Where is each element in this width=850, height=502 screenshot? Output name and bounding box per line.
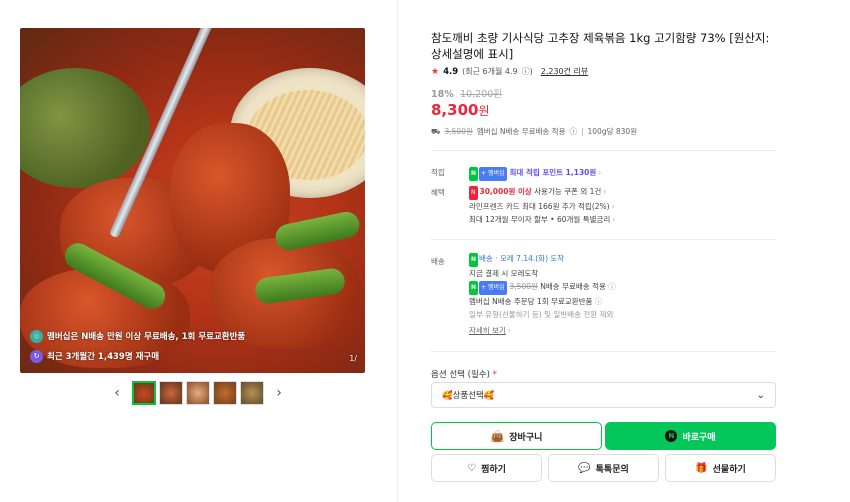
perk-coupon[interactable]: N 30,000원 이상 사용가능 쿠폰 외 1건 › (469, 185, 615, 200)
product-title: 참도깨비 초량 기사식당 고추장 제육볶음 1kg 고기함량 73% [원산지:… (431, 31, 770, 61)
bag-icon: 👜 (490, 429, 505, 443)
membership-icon: ◎ (30, 329, 43, 343)
points-row[interactable]: N + 멤버십 최대 적립 포인트 1,130원 › (469, 166, 601, 181)
info-icon[interactable]: ⓘ) (522, 66, 533, 77)
shipping-label: 배송 (431, 257, 445, 266)
info-icon[interactable]: ⓘ (608, 282, 616, 291)
chevron-down-icon: ⌄ (756, 389, 765, 401)
info-icon[interactable]: ⓘ (569, 126, 577, 137)
membership-badge: ◎ 멤버십은 N배송 만원 이상 무료배송, 1회 무료교환반품 (30, 326, 245, 346)
n-delivery-icon: N (469, 253, 479, 267)
wishlist-button[interactable]: ♡ 찜하기 (431, 454, 542, 482)
more-details-link[interactable]: 자세히 보기 (469, 326, 506, 335)
perk-installment[interactable]: 최대 12개월 무이자 할부 • 60개월 특별금리 › (469, 213, 615, 227)
coupon-icon: N (469, 186, 478, 200)
shipping-details: N 배송 · 모레 7.14.(화) 도착 지금 결제 시 모레도착 N + 멤버십… (469, 252, 616, 335)
thumbnail[interactable] (132, 381, 156, 405)
gift-icon: 🎁 (695, 462, 708, 474)
npay-icon: N (665, 430, 678, 442)
membership-plus-icon: + 멤버십 (479, 167, 507, 181)
chevron-left-icon[interactable]: ‹ (110, 385, 124, 401)
truck-icon: ⛟ (431, 126, 441, 136)
image-pager: 1/ (349, 354, 357, 363)
delivery-eta: N 배송 · 모레 7.14.(화) 도착 (469, 252, 616, 267)
option-label: 옵션 선택 (필수) * (431, 370, 497, 380)
rating-row: ★ 4.9 (최근 6개월 4.9 ⓘ) 2,230건 리뷰 (431, 66, 589, 77)
thumbnail[interactable] (213, 381, 237, 405)
food-lettuce (20, 68, 150, 188)
chevron-right-icon[interactable]: › (272, 385, 286, 401)
review-link[interactable]: 2,230건 리뷰 (541, 66, 589, 77)
divider (431, 239, 776, 240)
chevron-right-icon: › (598, 168, 602, 177)
npay-icon: N (469, 281, 479, 295)
points-label: 적립 (431, 168, 445, 177)
option-select[interactable]: 🥰상품선택🥰 ⌄ (431, 382, 776, 408)
perks-label: 혜택 (431, 188, 445, 197)
chat-icon: 💬 (578, 462, 591, 474)
add-to-cart-button[interactable]: 👜 장바구니 (431, 422, 602, 450)
perk-card[interactable]: 라인프렌즈 카드 최대 166원 추가 적립(2%) › (469, 200, 615, 214)
star-icon: ★ (431, 66, 440, 77)
gift-button[interactable]: 🎁 선물하기 (665, 454, 776, 482)
shipping-summary: ⛟ 3,500원 멤버십 N배송 무료배송 적용 ⓘ | 100g당 830원 (431, 126, 638, 137)
sale-price: 8,300원 (431, 101, 490, 119)
thumbnail[interactable] (186, 381, 210, 405)
repurchase-badge: ↻ 최근 3개월간 1,439명 재구매 (30, 346, 159, 366)
thumbnail[interactable] (159, 381, 183, 405)
repurchase-icon: ↻ (30, 349, 43, 363)
talk-inquiry-button[interactable]: 💬 톡톡문의 (548, 454, 659, 482)
npay-icon: N (469, 167, 479, 181)
thumbnail-strip: ‹ › (110, 381, 286, 405)
heart-icon: ♡ (467, 462, 477, 474)
thumbnail[interactable] (240, 381, 264, 405)
membership-plus-icon: + 멤버십 (479, 281, 507, 295)
divider (431, 150, 776, 151)
panel-divider (397, 0, 398, 502)
divider (431, 351, 776, 352)
info-icon[interactable]: ⓘ (595, 297, 603, 306)
product-main-image[interactable]: ◎ 멤버십은 N배송 만원 이상 무료배송, 1회 무료교환반품 ↻ 최근 3개… (20, 28, 365, 373)
buy-now-button[interactable]: N 바로구매 (605, 422, 776, 450)
discount-row: 18% 10,200원 (431, 89, 503, 100)
perks-list: N 30,000원 이상 사용가능 쿠폰 외 1건 › 라인프렌즈 카드 최대 16… (469, 185, 615, 227)
